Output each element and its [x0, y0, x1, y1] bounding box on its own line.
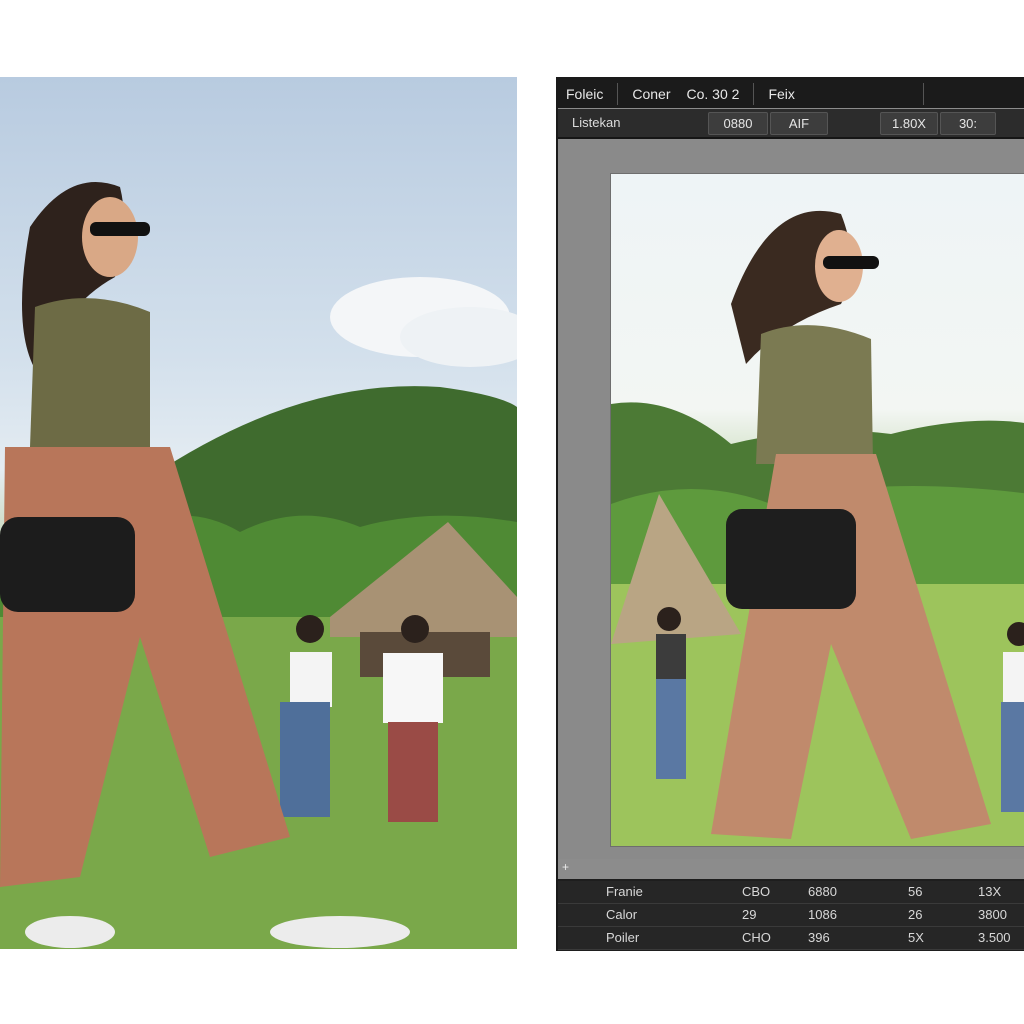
menu-divider [617, 82, 619, 105]
menu-co-30-2[interactable]: Co. 30 2 [679, 86, 748, 102]
info-row: Calor 29 1086 26 3800 [558, 904, 1024, 927]
info-row: Franie CBO 6880 56 13X [558, 881, 1024, 904]
info-value: 26 [908, 907, 923, 922]
info-panel: Franie CBO 6880 56 13X Calor 29 1086 26 … [558, 879, 1024, 951]
toolbar-label: Listekan [572, 115, 621, 130]
info-value: 6880 [808, 884, 837, 899]
menu-divider [753, 82, 755, 105]
photo-scene-left [0, 182, 517, 949]
info-value: 56 [908, 884, 923, 899]
info-label: Calor [606, 907, 638, 922]
crosshair-icon: + [562, 860, 570, 874]
info-row: Poiler CHO 396 5X 3.500 [558, 927, 1024, 950]
info-label: Poiler [606, 930, 640, 945]
menu-feix[interactable]: Feix [760, 86, 802, 102]
info-value: 1086 [808, 907, 837, 922]
menu-coner[interactable]: Coner [624, 86, 678, 102]
info-value: CBO [742, 884, 771, 899]
menu-bar: Foleic Coner Co. 30 2 Feix [558, 79, 1024, 108]
source-photo [0, 77, 517, 949]
info-value: 396 [808, 930, 830, 945]
toolbar: Listekan 0880 AIF 1.80X 30: [558, 109, 1024, 139]
menu-foleic[interactable]: Foleic [558, 86, 611, 102]
photo-scene-right [611, 210, 1024, 846]
value-field-a[interactable]: 0880 [708, 112, 768, 135]
menu-divider [922, 82, 924, 105]
info-label: Franie [606, 884, 643, 899]
info-value: 29 [742, 907, 757, 922]
info-value: 13X [978, 884, 1002, 899]
info-value: 5X [908, 930, 924, 945]
value-field-c[interactable]: 30: [940, 112, 996, 135]
zoom-field[interactable]: 1.80X [880, 112, 938, 135]
canvas-area[interactable] [558, 139, 1024, 859]
info-value: 3.500 [978, 930, 1011, 945]
format-field[interactable]: AIF [770, 112, 828, 135]
preview-image[interactable] [610, 173, 1024, 847]
info-value: 3800 [978, 907, 1007, 922]
photo-editor-window: Foleic Coner Co. 30 2 Feix Listekan 0880… [556, 77, 1024, 951]
info-value: CHO [742, 930, 771, 945]
